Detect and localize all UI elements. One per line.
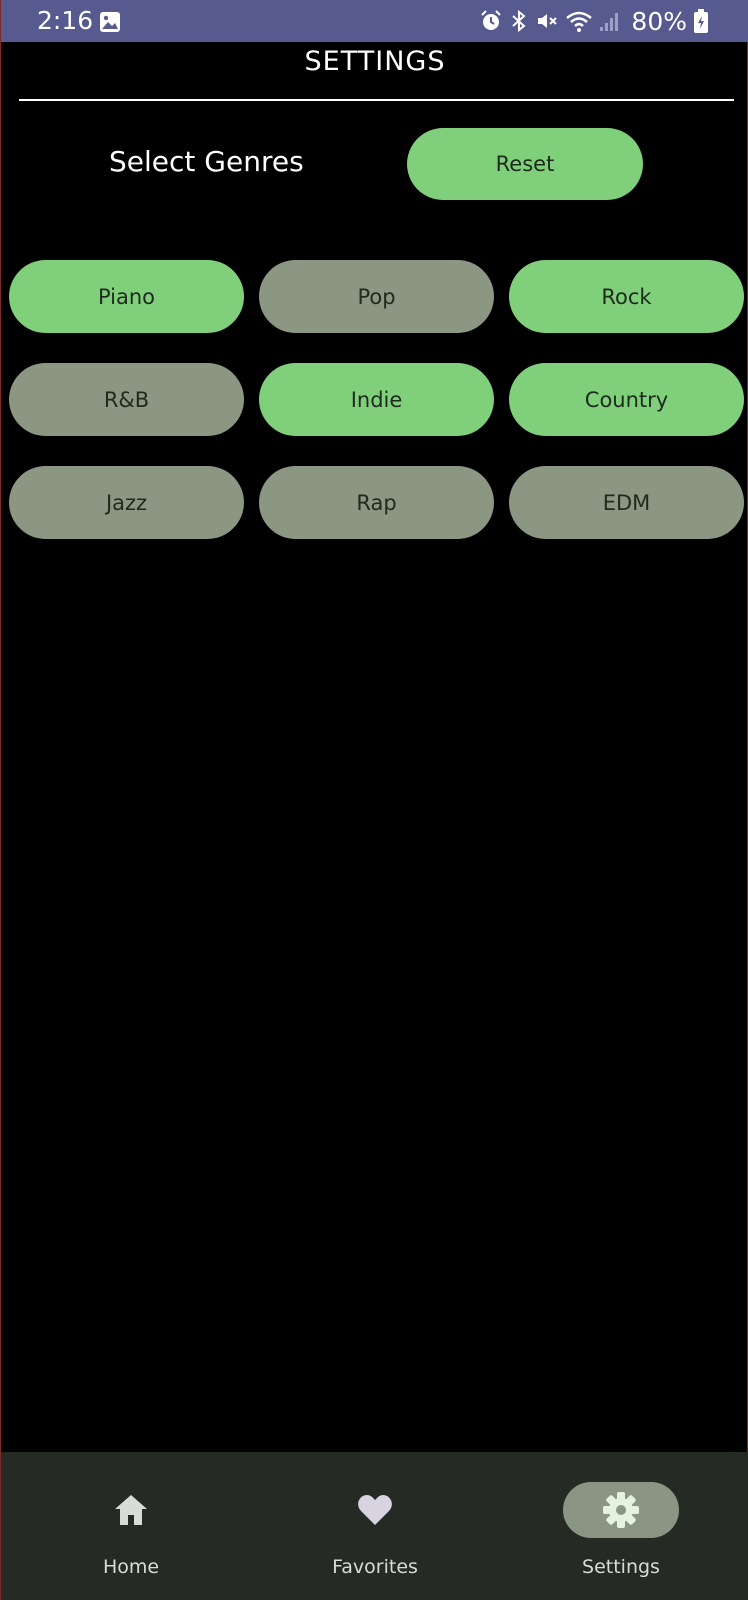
- heart-icon: [358, 1495, 392, 1525]
- nav-item-home[interactable]: Home: [31, 1452, 231, 1600]
- status-bar: 2:16 80%: [1, 0, 748, 42]
- nav-icon-container: [73, 1482, 189, 1538]
- genre-chip-jazz[interactable]: Jazz: [9, 466, 244, 539]
- signal-icon: [600, 13, 619, 31]
- nav-icon-container: [317, 1482, 433, 1538]
- genre-chip-rnb[interactable]: R&B: [9, 363, 244, 436]
- nav-label-favorites: Favorites: [332, 1556, 418, 1578]
- page-title: SETTINGS: [304, 46, 446, 77]
- genre-chip-indie[interactable]: Indie: [259, 363, 494, 436]
- battery-icon: [694, 9, 708, 33]
- genre-chip-country[interactable]: Country: [509, 363, 744, 436]
- battery-percent: 80%: [631, 6, 687, 36]
- home-icon: [115, 1495, 147, 1525]
- title-divider: [19, 99, 734, 101]
- bluetooth-icon: [512, 9, 526, 33]
- genre-chip-piano[interactable]: Piano: [9, 260, 244, 333]
- nav-item-settings[interactable]: Settings: [521, 1452, 721, 1600]
- mute-icon: [538, 14, 558, 28]
- select-genres-label: Select Genres: [109, 145, 304, 178]
- nav-icon-container-active: [563, 1482, 679, 1538]
- bottom-nav: Home Favorites Settings: [1, 1452, 748, 1600]
- status-icons: 80%: [479, 6, 709, 36]
- gear-icon: [603, 1492, 639, 1528]
- wifi-icon: [566, 11, 593, 32]
- nav-label-home: Home: [102, 1556, 160, 1578]
- nav-item-favorites[interactable]: Favorites: [275, 1452, 475, 1600]
- status-time: 2:16: [37, 6, 94, 35]
- reset-button[interactable]: Reset: [407, 128, 643, 200]
- alarm-icon: [481, 10, 502, 30]
- genre-grid: Piano Pop Rock R&B Indie Country Jazz Ra…: [9, 260, 745, 539]
- genre-chip-edm[interactable]: EDM: [509, 466, 744, 539]
- image-icon: [100, 12, 120, 32]
- genre-chip-rap[interactable]: Rap: [259, 466, 494, 539]
- nav-label-settings: Settings: [582, 1556, 660, 1578]
- genre-chip-rock[interactable]: Rock: [509, 260, 744, 333]
- genre-chip-pop[interactable]: Pop: [259, 260, 494, 333]
